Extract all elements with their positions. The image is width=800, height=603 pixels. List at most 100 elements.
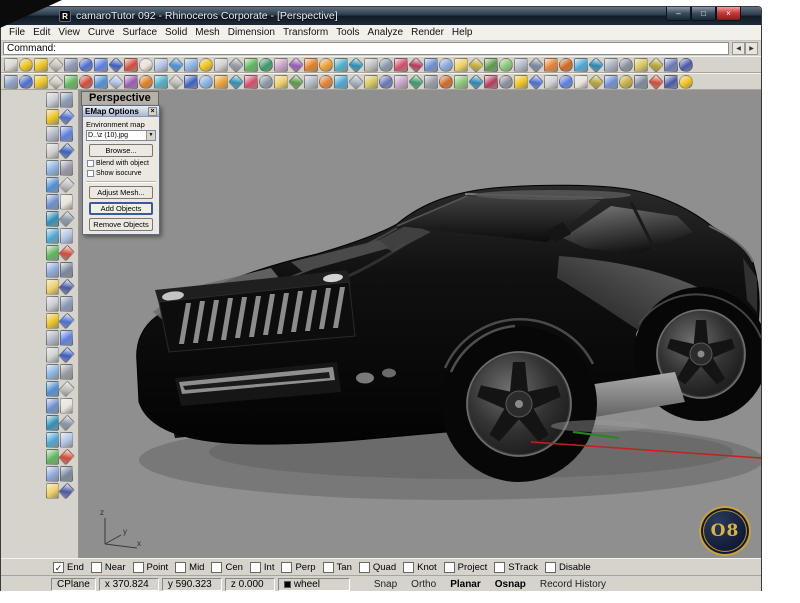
osnap-quad-checkbox[interactable] — [359, 562, 370, 573]
status-toggle-osnap[interactable]: Osnap — [488, 579, 533, 590]
toolbar2-icon-43[interactable] — [634, 75, 648, 89]
toolbar2-icon-35[interactable] — [514, 75, 528, 89]
menu-item-curve[interactable]: Curve — [84, 27, 119, 38]
side-tool-icon-45[interactable] — [46, 466, 59, 482]
toolbar1-icon-12[interactable] — [168, 56, 184, 72]
side-tool-icon-24[interactable] — [58, 279, 75, 296]
side-tool-icon-3[interactable] — [46, 109, 59, 125]
side-tool-icon-18[interactable] — [60, 228, 73, 244]
toolbar2-icon-30[interactable] — [439, 75, 453, 89]
menu-item-analyze[interactable]: Analyze — [364, 27, 408, 38]
side-tool-icon-8[interactable] — [58, 143, 75, 160]
osnap-cen-checkbox[interactable] — [211, 562, 222, 573]
menu-item-view[interactable]: View — [54, 27, 84, 38]
toolbar1-icon-44[interactable] — [648, 56, 664, 72]
add-objects-button[interactable]: Add Objects — [89, 202, 153, 215]
toolbar2-icon-31[interactable] — [454, 75, 468, 89]
toolbar1-icon-35[interactable] — [514, 58, 528, 72]
toolbar2-icon-34[interactable] — [499, 75, 513, 89]
toolbar2-icon-17[interactable] — [244, 75, 258, 89]
toolbar1-icon-14[interactable] — [199, 58, 213, 72]
osnap-strack[interactable]: STrack — [494, 562, 538, 573]
command-input[interactable] — [59, 43, 728, 54]
menu-item-mesh[interactable]: Mesh — [191, 27, 223, 38]
side-tool-icon-6[interactable] — [60, 126, 73, 142]
osnap-project[interactable]: Project — [444, 562, 488, 573]
toolbar2-icon-28[interactable] — [408, 73, 424, 89]
toolbar1-icon-24[interactable] — [348, 56, 364, 72]
adjust-mesh-button[interactable]: Adjust Mesh... — [89, 186, 153, 199]
side-tool-icon-17[interactable] — [46, 228, 59, 244]
toolbar1-icon-17[interactable] — [244, 58, 258, 72]
toolbar2-icon-36[interactable] — [528, 73, 544, 89]
toolbar1-icon-28[interactable] — [408, 56, 424, 72]
toolbar1-icon-42[interactable] — [619, 58, 633, 72]
toolbar1-icon-40[interactable] — [588, 56, 604, 72]
toolbar2-icon-44[interactable] — [648, 73, 664, 89]
side-tool-icon-10[interactable] — [60, 160, 73, 176]
side-tool-icon-7[interactable] — [46, 143, 59, 159]
toolbar1-icon-19[interactable] — [274, 58, 288, 72]
side-tool-icon-37[interactable] — [46, 398, 59, 414]
toolbar1-icon-29[interactable] — [424, 58, 438, 72]
viewport[interactable]: Perspective EMap Options × Environment m… — [79, 90, 761, 558]
side-tool-icon-13[interactable] — [46, 194, 59, 210]
menu-item-file[interactable]: File — [5, 27, 29, 38]
toolbar1-icon-23[interactable] — [334, 58, 348, 72]
osnap-perp-checkbox[interactable] — [281, 562, 292, 573]
osnap-point[interactable]: Point — [133, 562, 169, 573]
side-tool-icon-48[interactable] — [58, 483, 75, 500]
toolbar1-icon-13[interactable] — [184, 58, 198, 72]
toolbar2-icon-20[interactable] — [288, 73, 304, 89]
side-tool-icon-20[interactable] — [58, 245, 75, 262]
toolbar1-icon-27[interactable] — [394, 58, 408, 72]
toolbar1-icon-45[interactable] — [664, 58, 678, 72]
toolbar2-icon-29[interactable] — [424, 75, 438, 89]
toolbar1-icon-41[interactable] — [604, 58, 618, 72]
viewport-tab-perspective[interactable]: Perspective — [81, 91, 159, 106]
toolbar2-icon-37[interactable] — [544, 75, 558, 89]
toolbar1-icon-36[interactable] — [528, 56, 544, 72]
toolbar1-icon-16[interactable] — [228, 56, 244, 72]
osnap-cen[interactable]: Cen — [211, 562, 242, 573]
osnap-knot[interactable]: Knot — [403, 562, 437, 573]
side-tool-icon-28[interactable] — [58, 313, 75, 330]
toolbar1-icon-9[interactable] — [124, 58, 138, 72]
menu-item-render[interactable]: Render — [407, 27, 448, 38]
side-tool-icon-46[interactable] — [60, 466, 73, 482]
environment-map-select[interactable]: D..\z (10).jpg ▼ — [86, 130, 156, 141]
toolbar2-icon-1[interactable] — [4, 75, 18, 89]
osnap-project-checkbox[interactable] — [444, 562, 455, 573]
toolbar2-icon-42[interactable] — [619, 75, 633, 89]
toolbar1-icon-38[interactable] — [559, 58, 573, 72]
toolbar2-icon-14[interactable] — [199, 75, 213, 89]
side-tool-icon-43[interactable] — [46, 449, 59, 465]
osnap-int-checkbox[interactable] — [250, 562, 261, 573]
toolbar1-icon-8[interactable] — [108, 56, 124, 72]
side-tool-icon-26[interactable] — [60, 296, 73, 312]
osnap-int[interactable]: Int — [250, 562, 275, 573]
emap-check-show-isocurve[interactable]: Show isocurve — [87, 170, 156, 177]
toolbar1-icon-20[interactable] — [288, 56, 304, 72]
toolbar1-icon-5[interactable] — [64, 58, 78, 72]
toolbar2-icon-25[interactable] — [364, 75, 378, 89]
osnap-disable[interactable]: Disable — [545, 562, 591, 573]
toolbar2-icon-27[interactable] — [394, 75, 408, 89]
command-next-icon[interactable]: ▶ — [745, 42, 758, 55]
toolbar1-icon-3[interactable] — [34, 58, 48, 72]
side-tool-icon-22[interactable] — [60, 262, 73, 278]
side-tool-icon-5[interactable] — [46, 126, 59, 142]
toolbar2-icon-23[interactable] — [334, 75, 348, 89]
toolbar2-icon-21[interactable] — [304, 75, 318, 89]
toolbar1-icon-37[interactable] — [544, 58, 558, 72]
remove-objects-button[interactable]: Remove Objects — [89, 218, 153, 231]
osnap-perp[interactable]: Perp — [281, 562, 315, 573]
osnap-mid-checkbox[interactable] — [175, 562, 186, 573]
side-tool-icon-31[interactable] — [46, 347, 59, 363]
toolbar1-icon-21[interactable] — [304, 58, 318, 72]
side-tool-icon-32[interactable] — [58, 347, 75, 364]
osnap-end-checkbox[interactable]: ✓ — [53, 562, 64, 573]
chevron-down-icon[interactable]: ▼ — [146, 131, 155, 140]
side-tool-icon-47[interactable] — [46, 483, 59, 499]
side-tool-icon-11[interactable] — [46, 177, 59, 193]
